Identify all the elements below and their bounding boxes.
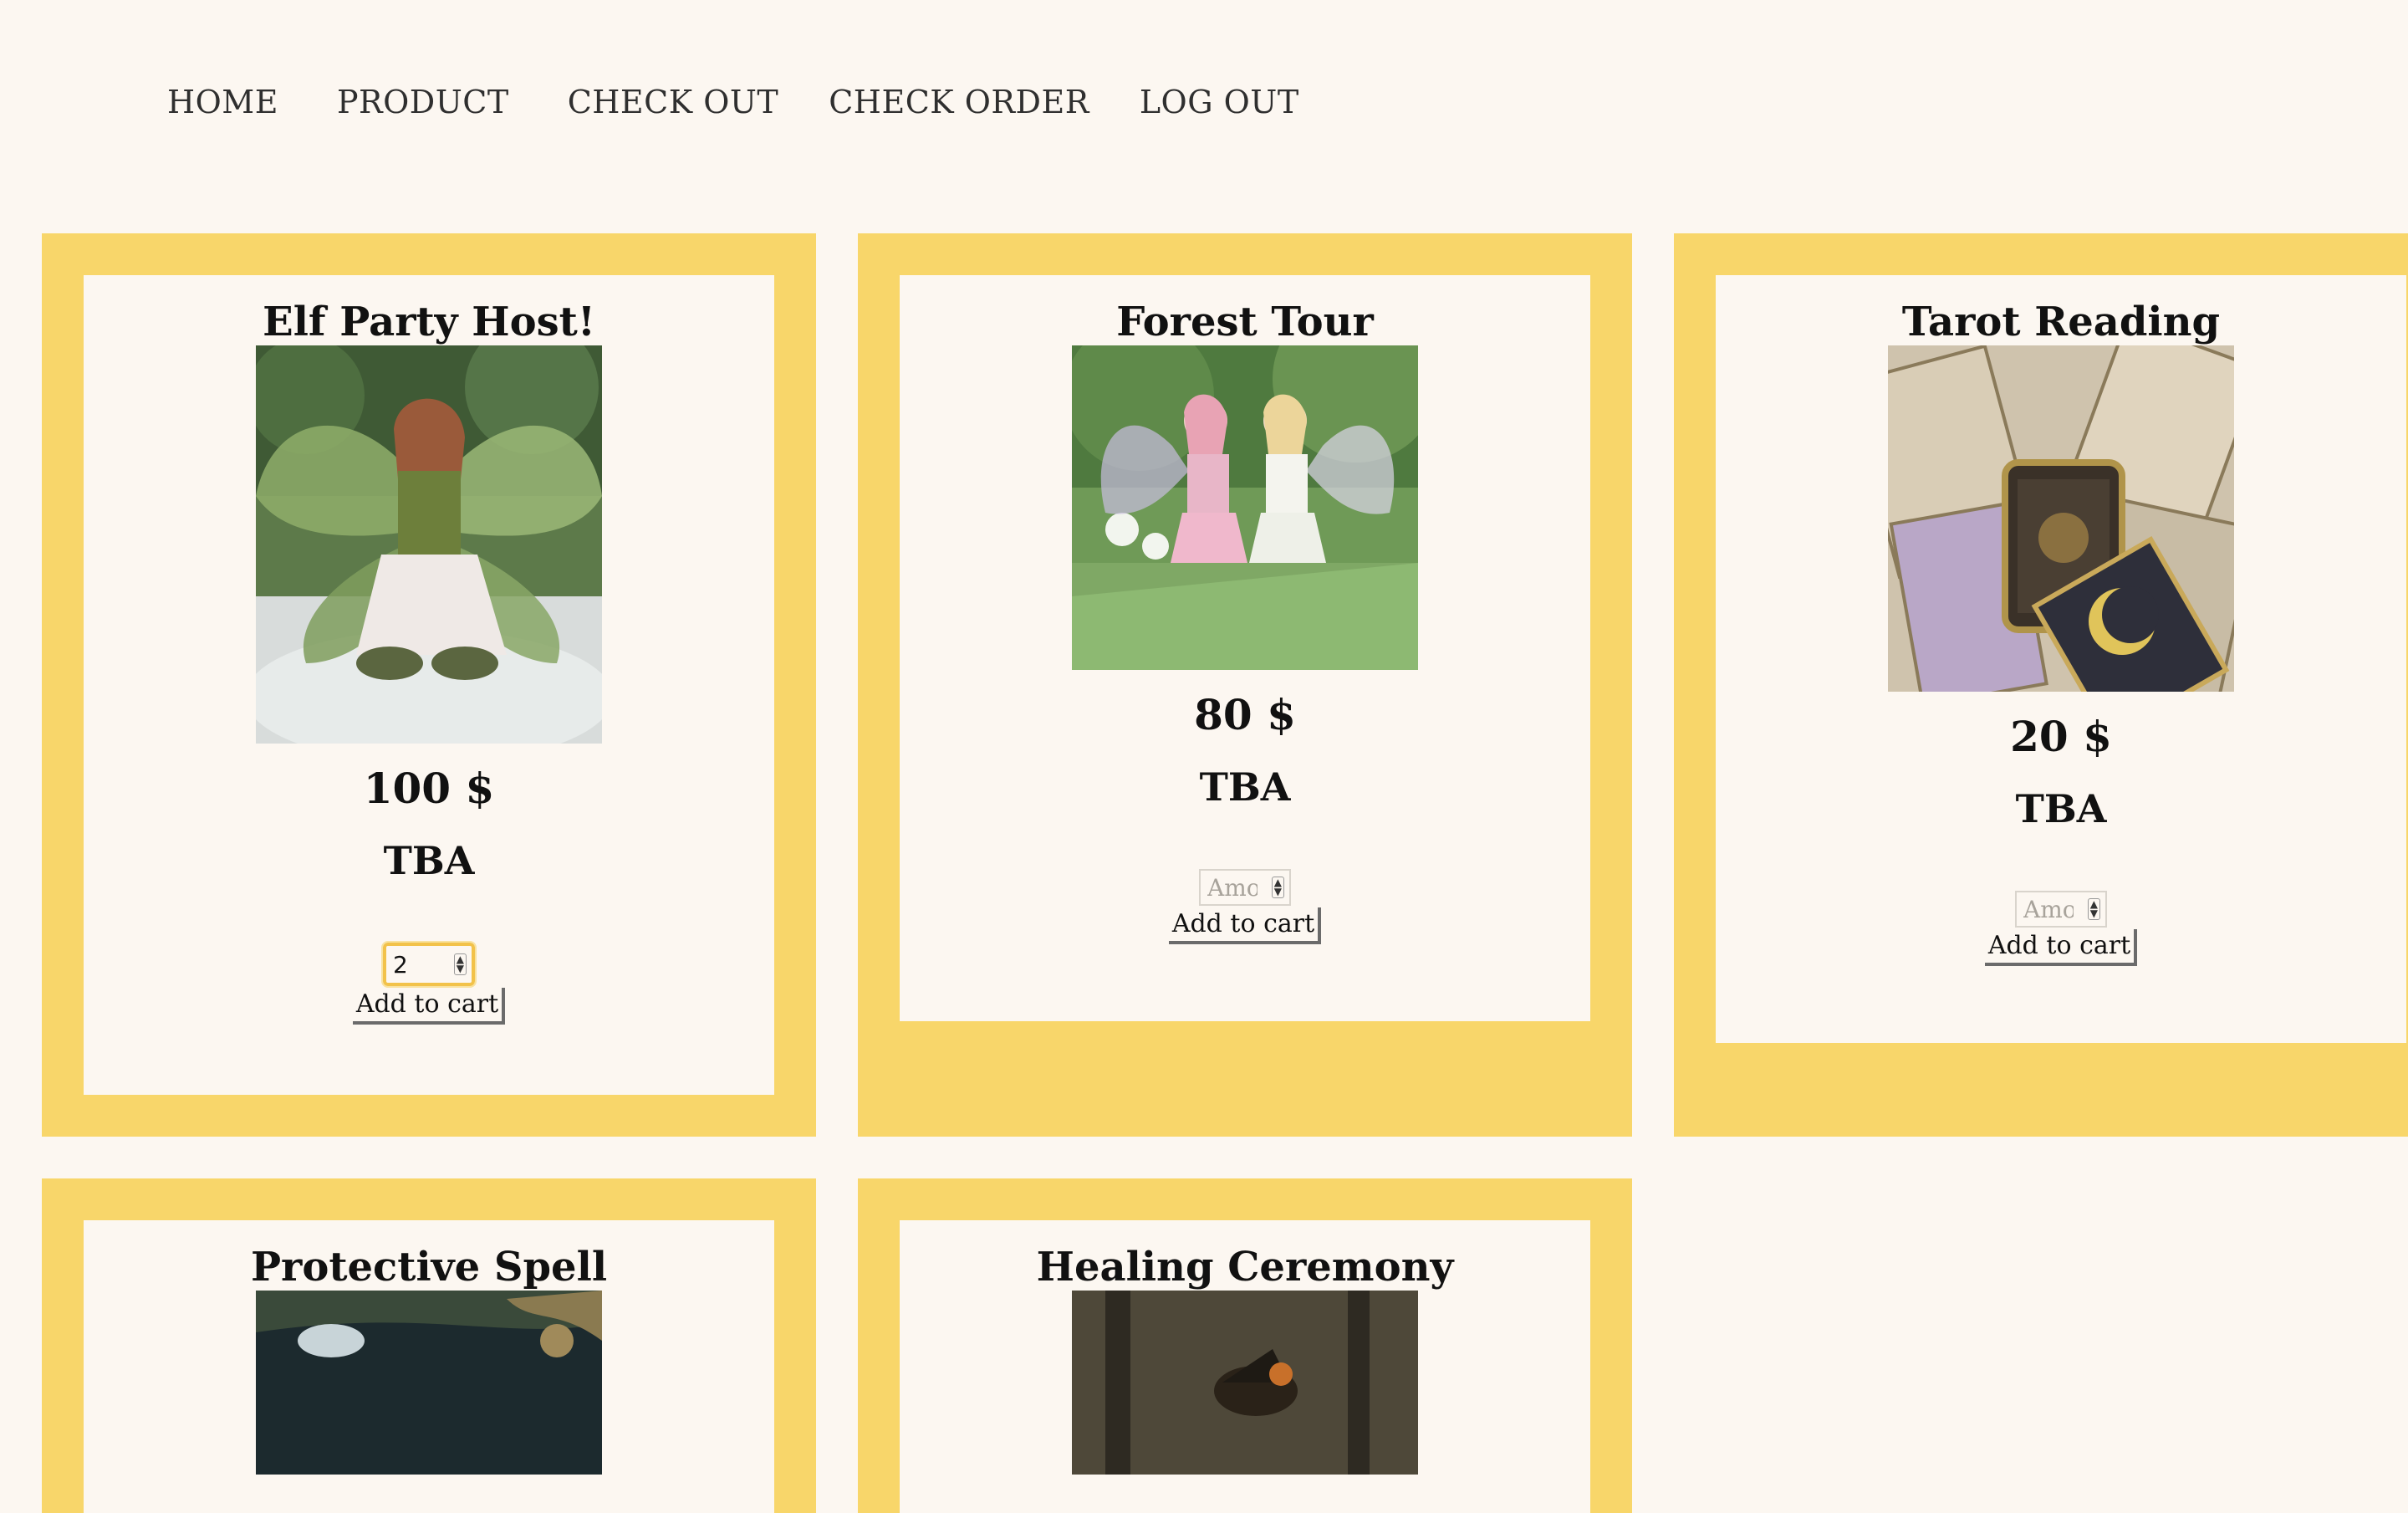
add-to-cart-button[interactable]: Add to cart xyxy=(1168,907,1322,944)
product-photo-spell-jar xyxy=(256,1291,602,1475)
product-title: Forest Tour xyxy=(1116,299,1374,345)
product-card-tarot-reading: Tarot Reading 20 $ TBA Amo ▲ ▼ Add to ca… xyxy=(1674,233,2408,1137)
product-card-body: Tarot Reading 20 $ TBA Amo ▲ ▼ Add to ca… xyxy=(1716,275,2406,1043)
healing-forest-illustration xyxy=(1072,1291,1418,1475)
product-card-body: Forest Tour 80 $ TBA Amo ▲ ▼ Add to cart xyxy=(900,275,1590,1021)
product-date: TBA xyxy=(383,838,475,883)
product-photo-healing-forest xyxy=(1072,1291,1418,1475)
nav-check-out[interactable]: CHECK OUT xyxy=(568,84,779,120)
product-card-body: Protective Spell xyxy=(84,1220,774,1513)
quantity-stepper[interactable]: Amou ▲▼ xyxy=(1199,869,1291,906)
quantity-value: 2 xyxy=(393,950,408,979)
nav-log-out[interactable]: LOG OUT xyxy=(1140,84,1299,120)
nav-product[interactable]: PRODUCT xyxy=(337,84,509,120)
product-photo-fairy-in-snow xyxy=(256,345,602,744)
spinner-arrows-icon[interactable]: ▲ ▼ xyxy=(1271,877,1284,898)
product-card-elf-party-host: Elf Party Host! 100 $ TBA 2 ▲ ▼ Add to c… xyxy=(42,233,816,1137)
product-card-forest-tour: Forest Tour 80 $ TBA Amo ▲ ▼ Add to cart xyxy=(858,233,1632,1137)
product-title: Elf Party Host! xyxy=(263,299,595,345)
quantity-stepper[interactable]: 2 ▲ ▼ xyxy=(381,941,477,988)
product-price: 80 $ xyxy=(1194,690,1296,739)
tarot-cards-illustration xyxy=(1888,345,2234,692)
spinner-arrows-icon[interactable]: ▲ ▼ xyxy=(2087,898,2100,920)
quantity-placeholder: Amou xyxy=(2023,895,2074,923)
product-photo-tarot-cards xyxy=(1888,345,2234,692)
product-photo-two-fairies-forest xyxy=(1072,345,1418,670)
product-price: 100 $ xyxy=(363,764,495,813)
product-card-healing-ceremony: Healing Ceremony xyxy=(858,1178,1632,1513)
product-title: Tarot Reading xyxy=(1901,299,2221,345)
fairy-photo-illustration xyxy=(256,345,602,744)
product-card-body: Healing Ceremony xyxy=(900,1220,1590,1513)
product-card-body: Elf Party Host! 100 $ TBA 2 ▲ ▼ Add to c… xyxy=(84,275,774,1095)
product-date: TBA xyxy=(1199,764,1291,810)
add-to-cart-form: Amou ▲▼ Add to cart xyxy=(900,810,1590,944)
spinner-arrows-icon[interactable]: ▲ ▼ xyxy=(453,953,467,975)
top-nav: HOME PRODUCT CHECK OUT CHECK ORDER LOG O… xyxy=(167,80,1299,124)
product-title: Protective Spell xyxy=(250,1244,608,1291)
quantity-stepper[interactable]: Amou ▲▼ xyxy=(2015,891,2107,928)
forest-fairies-illustration xyxy=(1072,345,1418,670)
quantity-placeholder: Amou xyxy=(1207,873,1258,902)
nav-check-order[interactable]: CHECK ORDER xyxy=(829,84,1089,120)
add-to-cart-form: Amou ▲▼ Add to cart xyxy=(1716,832,2406,966)
product-price: 20 $ xyxy=(2010,712,2112,761)
add-to-cart-form: 2 ▲ ▼ Add to cart xyxy=(84,884,774,1025)
product-card-protective-spell: Protective Spell xyxy=(42,1178,816,1513)
nav-home[interactable]: HOME xyxy=(167,84,278,120)
product-date: TBA xyxy=(2015,786,2107,831)
product-title: Healing Ceremony xyxy=(1036,1244,1454,1291)
add-to-cart-button[interactable]: Add to cart xyxy=(352,988,506,1025)
spell-jar-illustration xyxy=(256,1291,602,1475)
add-to-cart-button[interactable]: Add to cart xyxy=(1984,929,2138,966)
